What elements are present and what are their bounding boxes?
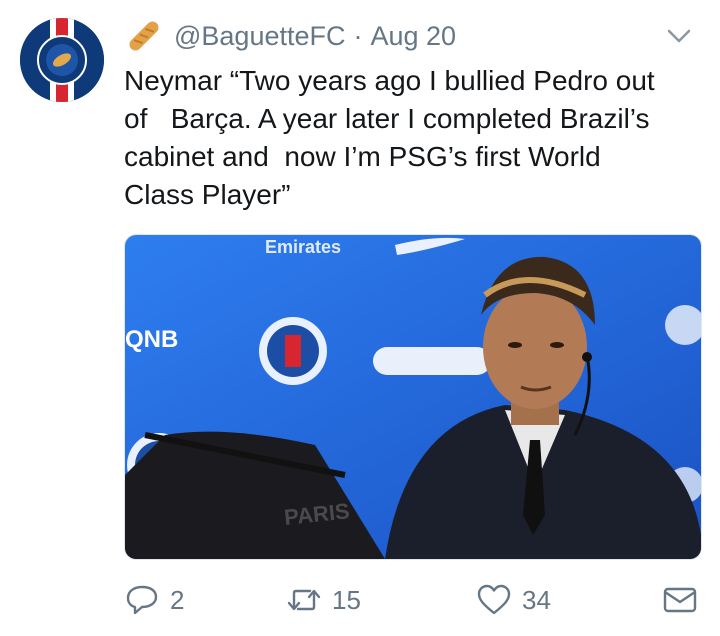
direct-message-button[interactable] bbox=[662, 578, 708, 622]
like-icon bbox=[477, 584, 511, 615]
like-button[interactable]: 34 bbox=[476, 578, 551, 622]
psg-crest-backdrop bbox=[259, 317, 327, 385]
reply-button[interactable]: 2 bbox=[124, 578, 184, 622]
retweet-icon bbox=[287, 589, 321, 611]
baguette-emoji bbox=[129, 21, 159, 51]
chevron-down-icon[interactable] bbox=[664, 21, 694, 51]
tweet-media[interactable]: QNB Emirates PARIS bbox=[124, 234, 702, 560]
retweet-button[interactable]: 15 bbox=[286, 578, 361, 622]
reply-count: 2 bbox=[170, 584, 185, 615]
user-handle[interactable]: @BaguetteFC bbox=[174, 21, 346, 52]
retweet-count: 15 bbox=[332, 584, 361, 615]
psg-crest-avatar bbox=[20, 18, 104, 102]
tweet-actions: 2 15 34 bbox=[124, 578, 700, 622]
press-conference-photo: QNB Emirates PARIS bbox=[125, 235, 701, 559]
tweet-text: Neymar “Two years ago I bullied Pedro ou… bbox=[124, 65, 655, 210]
tweet-header: @BaguetteFC · Aug 20 bbox=[124, 14, 700, 58]
backdrop-text-qnb: QNB bbox=[125, 326, 178, 353]
avatar[interactable] bbox=[20, 18, 104, 102]
backdrop-text-emirates: Emirates bbox=[265, 237, 341, 257]
like-count: 34 bbox=[522, 584, 551, 615]
direct-message-icon bbox=[663, 587, 697, 613]
tweet-date[interactable]: Aug 20 bbox=[371, 21, 457, 52]
reply-icon bbox=[126, 585, 158, 615]
header-separator: · bbox=[353, 20, 363, 51]
